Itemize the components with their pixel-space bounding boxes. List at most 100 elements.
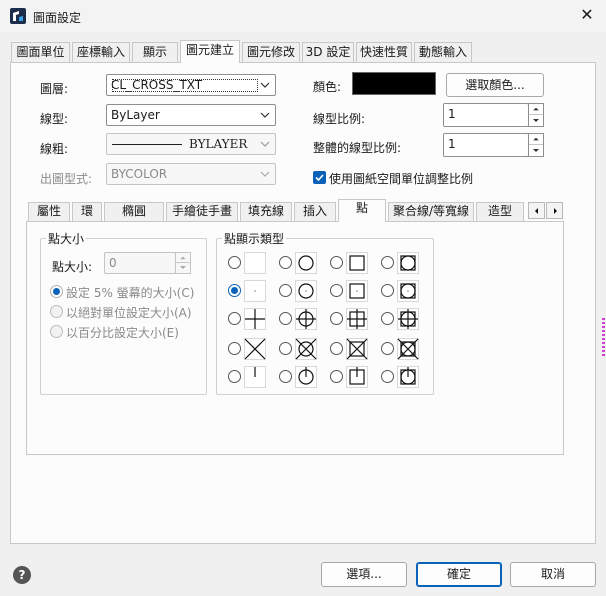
layer-dropdown[interactable]: CL_CROSS_TXT [106, 74, 276, 96]
subtab-insert[interactable]: 插入 [294, 202, 336, 221]
tab-drawing-units[interactable]: 圖面單位 [11, 42, 70, 62]
point-type-x-circle-icon[interactable] [295, 338, 317, 360]
subtab-polyline[interactable]: 聚合線/等寬線 [388, 202, 474, 221]
cancel-button[interactable]: 取消 [510, 562, 596, 587]
point-type-none-circle-icon[interactable] [295, 280, 317, 302]
point-type-dot-circle-square-icon[interactable] [397, 252, 419, 274]
point-type-radio-none-circle[interactable] [279, 284, 292, 297]
options-button[interactable]: 選項... [321, 562, 407, 587]
global-ltscale-input[interactable]: 1 [443, 133, 529, 157]
subtab-ring[interactable]: 環 [72, 202, 102, 221]
point-type-radio-none-circle-square[interactable] [381, 284, 394, 297]
plotstyle-label: 出圖型式: [40, 172, 93, 186]
point-type-radio-x-circle-square[interactable] [381, 342, 394, 355]
ok-button[interactable]: 確定 [416, 562, 502, 587]
point-type-radio-tick[interactable] [228, 370, 241, 383]
arrow-left-icon [535, 208, 538, 214]
point-type-dot-square-icon[interactable] [346, 252, 368, 274]
chevron-down-icon [260, 171, 270, 177]
point-type-plus-circle-icon[interactable] [295, 308, 317, 330]
global-ltscale-value: 1 [448, 137, 456, 151]
point-size-label: 點大小: [52, 260, 93, 274]
size-option-label-2: 以百分比設定大小(E) [66, 326, 179, 340]
point-type-radio-none-square[interactable] [330, 284, 343, 297]
tab-quick-properties[interactable]: 快速性質 [356, 42, 412, 62]
color-swatch[interactable] [352, 72, 436, 95]
point-type-radio-tick-circle-square[interactable] [381, 370, 394, 383]
point-type-plus-icon[interactable] [244, 308, 266, 330]
point-type-dot-circle-icon[interactable] [295, 252, 317, 274]
chevron-down-icon [260, 112, 270, 118]
point-type-radio-dot-circle[interactable] [279, 256, 292, 269]
point-type-tick-circle-icon[interactable] [295, 366, 317, 388]
tab-entity-modification[interactable]: 圖元修改 [242, 42, 300, 62]
point-type-radio-dot[interactable] [228, 256, 241, 269]
point-type-x-square-icon[interactable] [346, 338, 368, 360]
subtab-freehand[interactable]: 手繪徒手畫 [166, 202, 238, 221]
checkmark-icon [315, 174, 324, 182]
spin-down-icon[interactable] [529, 145, 543, 156]
subtab-attributes[interactable]: 屬性 [28, 202, 70, 221]
linetype-dropdown[interactable]: ByLayer [106, 104, 276, 126]
point-type-radio-dot-square[interactable] [330, 256, 343, 269]
spin-up-icon[interactable] [529, 104, 543, 115]
point-type-radio-x-square[interactable] [330, 342, 343, 355]
point-type-none-circle-square-icon[interactable] [397, 280, 419, 302]
point-type-radio-x[interactable] [228, 342, 241, 355]
size-option-radio-1[interactable] [50, 305, 63, 318]
point-type-x-icon[interactable] [244, 338, 266, 360]
subtab-ellipse[interactable]: 橢圓 [104, 202, 164, 221]
point-type-x-circle-square-icon[interactable] [397, 338, 419, 360]
point-type-dot-icon[interactable] [244, 252, 266, 274]
spin-up-icon[interactable] [529, 134, 543, 145]
tab-entity-creation[interactable]: 圖元建立 [180, 40, 240, 63]
global-ltscale-spinner[interactable] [528, 133, 544, 157]
size-option-radio-0[interactable] [50, 285, 63, 298]
app-logo-icon [10, 8, 26, 24]
point-size-value: 0 [109, 256, 117, 270]
point-type-tick-icon[interactable] [244, 366, 266, 388]
point-type-plus-circle-square-icon[interactable] [397, 308, 419, 330]
tab-3d-settings[interactable]: 3D 設定 [302, 42, 354, 62]
lineweight-label: 線粗: [40, 142, 69, 156]
linetype-value: ByLayer [111, 108, 160, 122]
tab-display[interactable]: 顯示 [132, 42, 178, 62]
focus-outline [112, 79, 258, 92]
subtab-point[interactable]: 點 [338, 199, 386, 222]
lineweight-dropdown[interactable]: BYLAYER [106, 133, 276, 155]
select-color-button[interactable]: 選取顏色... [446, 73, 544, 97]
subtab-shape[interactable]: 造型 [476, 202, 524, 221]
title-bar [0, 0, 606, 32]
tab-coordinate-input[interactable]: 座標輸入 [72, 42, 130, 62]
point-type-radio-x-circle[interactable] [279, 342, 292, 355]
point-type-radio-tick-circle[interactable] [279, 370, 292, 383]
point-size-spinner [175, 252, 191, 274]
point-type-radio-none[interactable] [228, 284, 241, 297]
size-option-radio-2[interactable] [50, 325, 63, 338]
help-icon[interactable]: ? [13, 566, 31, 584]
point-type-plus-square-icon[interactable] [346, 308, 368, 330]
point-type-radio-tick-square[interactable] [330, 370, 343, 383]
point-type-radio-plus-circle[interactable] [279, 312, 292, 325]
close-icon[interactable]: ✕ [578, 6, 596, 24]
tab-dynamic-input[interactable]: 動態輸入 [414, 42, 472, 62]
point-type-none-square-icon[interactable] [346, 280, 368, 302]
paperspace-check-label[interactable]: 使用圖紙空間單位調整比例 [329, 170, 473, 187]
layer-label: 圖層: [40, 82, 69, 96]
ltscale-spinner[interactable] [528, 103, 544, 127]
point-type-radio-dot-circle-square[interactable] [381, 256, 394, 269]
point-type-tick-circle-square-icon[interactable] [397, 366, 419, 388]
point-type-radio-plus[interactable] [228, 312, 241, 325]
scroll-left-button[interactable] [528, 202, 545, 219]
point-type-radio-plus-square[interactable] [330, 312, 343, 325]
point-type-radio-plus-circle-square[interactable] [381, 312, 394, 325]
chevron-down-icon [260, 141, 270, 147]
paperspace-checkbox[interactable] [313, 171, 326, 184]
point-type-tick-square-icon[interactable] [346, 366, 368, 388]
ltscale-input[interactable]: 1 [443, 103, 529, 127]
arrow-right-icon [554, 208, 557, 214]
subtab-hatch[interactable]: 填充線 [240, 202, 292, 221]
scroll-right-button[interactable] [546, 202, 563, 219]
spin-down-icon[interactable] [529, 115, 543, 126]
point-type-none-icon[interactable] [244, 280, 266, 302]
